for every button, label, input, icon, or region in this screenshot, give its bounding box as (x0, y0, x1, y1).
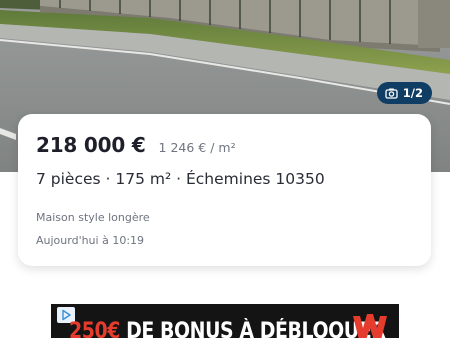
price-per-sqm: 1 246 € / m² (158, 140, 236, 155)
listing-subtitle: Maison style longère (36, 211, 150, 224)
listing-card[interactable]: 218 000 € 1 246 € / m² 7 pièces · 175 m²… (18, 114, 431, 266)
listing-date: Aujourd'hui à 10:19 (36, 234, 145, 247)
photo-counter-badge[interactable]: 1/2 (376, 82, 432, 104)
photo-counter-text: 1/2 (402, 86, 423, 100)
price-line: 218 000 € 1 246 € / m² (36, 133, 236, 157)
ad-banner[interactable]: 250€ DE BONUS À DÉBLOQUER (51, 304, 399, 338)
listing-price: 218 000 € (36, 133, 146, 157)
camera-icon (385, 87, 398, 100)
brand-logo-icon (351, 310, 391, 338)
ad-amount: 250€ (69, 319, 120, 338)
listing-details: 7 pièces · 175 m² · Échemines 10350 (36, 170, 325, 188)
ad-headline: 250€ DE BONUS À DÉBLOQUER (69, 319, 386, 338)
ad-text: DE BONUS À DÉBLOQUER (126, 319, 386, 338)
